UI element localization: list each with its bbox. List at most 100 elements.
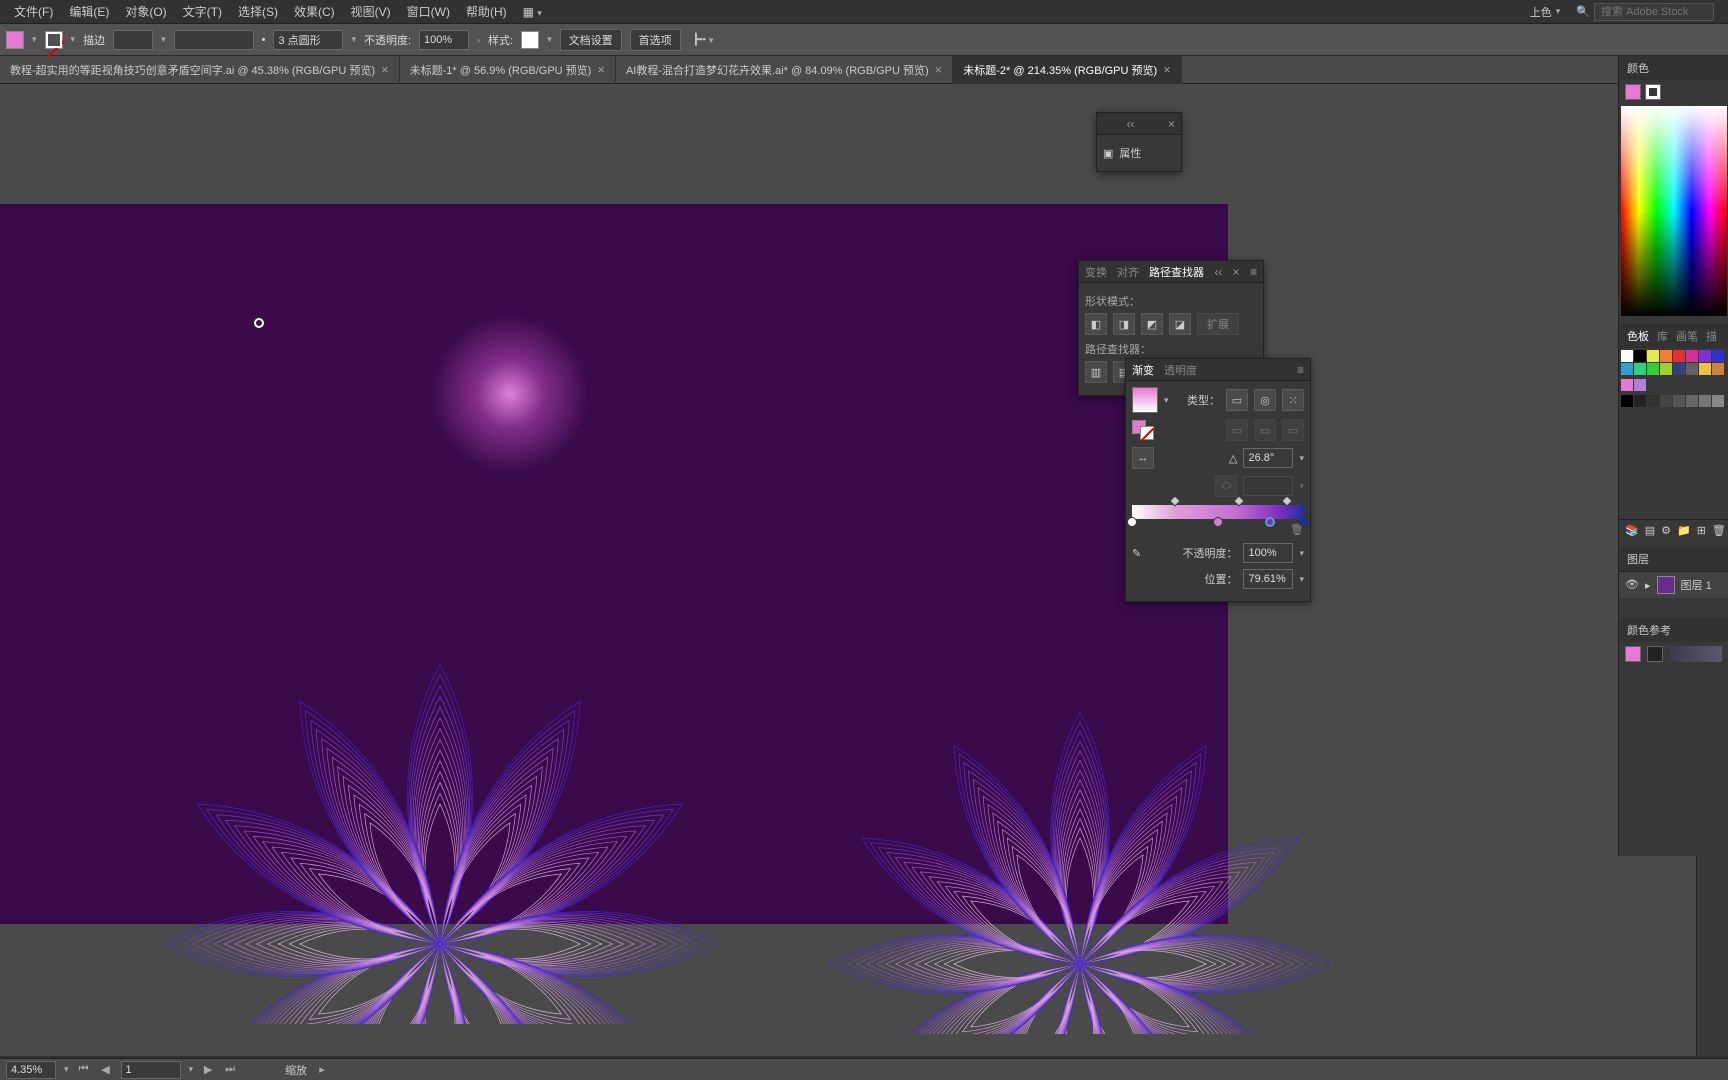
stroke-grad-2-icon[interactable]: ▭ xyxy=(1254,419,1276,441)
menu-effect[interactable]: 效果(C) xyxy=(286,3,343,20)
visibility-icon[interactable]: 👁 xyxy=(1625,578,1639,592)
gradient-preview[interactable] xyxy=(1132,387,1158,413)
gradient-panel[interactable]: 渐变 透明度 ≡ ▾ 类型： ▭ ◎ ⁙ ▭ ▭ ▭ ↔ △ ▾ xyxy=(1125,358,1311,602)
stroke-grad-1-icon[interactable]: ▭ xyxy=(1226,419,1248,441)
close-icon[interactable]: × xyxy=(597,62,605,77)
color-spectrum[interactable] xyxy=(1621,106,1727,316)
gray-cell[interactable] xyxy=(1647,395,1659,407)
gray-cell[interactable] xyxy=(1712,395,1724,407)
swatch-cell[interactable] xyxy=(1699,363,1711,375)
menu-icon[interactable]: ≡ xyxy=(1297,363,1304,377)
opacity-more-icon[interactable]: › xyxy=(477,35,480,45)
tab-swatches[interactable]: 色板 xyxy=(1627,328,1649,344)
new-swatch-icon[interactable]: ⊞ xyxy=(1697,524,1706,537)
aspect-icon[interactable]: ⬭ xyxy=(1215,475,1237,497)
angle-input[interactable] xyxy=(1243,448,1293,468)
base-color-swatch[interactable] xyxy=(1625,646,1641,662)
brush-profile[interactable] xyxy=(273,30,343,50)
gray-cell[interactable] xyxy=(1634,395,1646,407)
color-guide-title[interactable]: 颜色参考 xyxy=(1619,618,1728,642)
harmony-strip[interactable] xyxy=(1669,646,1722,662)
swatch-cell[interactable] xyxy=(1686,363,1698,375)
swatch-opts-icon[interactable]: ⚙ xyxy=(1661,524,1671,537)
menu-view[interactable]: 视图(V) xyxy=(343,3,399,20)
workspace-switcher[interactable]: 上色 ▾ xyxy=(1522,4,1569,20)
fill-mini-swatch[interactable] xyxy=(1625,84,1641,100)
layer-row[interactable]: 👁 ▸ 图层 1 xyxy=(1619,571,1728,598)
tab-transform[interactable]: 变换 xyxy=(1085,264,1107,280)
swatch-grid[interactable] xyxy=(1619,348,1727,377)
tab-brushes[interactable]: 画笔 xyxy=(1676,328,1698,344)
document-setup-button[interactable]: 文档设置 xyxy=(560,29,622,51)
close-icon[interactable]: × xyxy=(1163,62,1171,77)
grad-position-input[interactable] xyxy=(1243,569,1293,589)
gradient-stop[interactable] xyxy=(1127,517,1137,527)
swatch-cell[interactable] xyxy=(1673,363,1685,375)
radial-gradient-icon[interactable]: ◎ xyxy=(1254,389,1276,411)
canvas[interactable] xyxy=(0,84,1696,1056)
divide-icon[interactable]: ▥ xyxy=(1085,361,1107,383)
freeform-gradient-icon[interactable]: ⁙ xyxy=(1282,389,1304,411)
swatch-cell[interactable] xyxy=(1712,350,1724,362)
linear-gradient-icon[interactable]: ▭ xyxy=(1226,389,1248,411)
tab-transparency[interactable]: 透明度 xyxy=(1164,362,1197,378)
opacity-input[interactable] xyxy=(419,30,469,50)
gray-cell[interactable] xyxy=(1660,395,1672,407)
layer-name[interactable]: 图层 1 xyxy=(1681,577,1712,593)
gradient-stop[interactable] xyxy=(1299,517,1309,527)
style-swatch[interactable] xyxy=(521,31,539,49)
expand-layer-icon[interactable]: ▸ xyxy=(1645,579,1651,592)
menu-help[interactable]: 帮助(H) xyxy=(458,3,515,20)
zoom-input[interactable] xyxy=(6,1061,56,1079)
tab-gradient[interactable]: 渐变 xyxy=(1132,362,1154,378)
minus-front-icon[interactable]: ◨ xyxy=(1113,313,1135,335)
unite-icon[interactable]: ◧ xyxy=(1085,313,1107,335)
collapse-icon[interactable]: ‹‹ xyxy=(1214,265,1222,279)
menu-select[interactable]: 选择(S) xyxy=(230,3,286,20)
collapse-icon[interactable]: ‹‹ xyxy=(1126,117,1134,131)
swatch-cell[interactable] xyxy=(1647,363,1659,375)
gray-cell[interactable] xyxy=(1673,395,1685,407)
stroke-dash-input[interactable] xyxy=(174,30,254,50)
tab-pathfinder[interactable]: 路径查找器 xyxy=(1149,264,1204,280)
swatch-cell[interactable] xyxy=(1660,363,1672,375)
gray-cell[interactable] xyxy=(1621,395,1633,407)
gradient-slider[interactable] xyxy=(1132,505,1304,519)
gray-cell[interactable] xyxy=(1699,395,1711,407)
menu-file[interactable]: 文件(F) xyxy=(6,3,61,20)
close-icon[interactable]: × xyxy=(381,62,389,77)
arrange-docs-icon[interactable]: ▦ ▾ xyxy=(515,5,550,19)
gray-cell[interactable] xyxy=(1686,395,1698,407)
tab-doc-4[interactable]: 未标题-2* @ 214.35% (RGB/GPU 预览)× xyxy=(953,56,1182,84)
close-icon[interactable]: × xyxy=(935,62,943,77)
next-artboard-icon[interactable]: ▶ xyxy=(201,1063,215,1076)
swatch-cell[interactable] xyxy=(1621,363,1633,375)
swatch-lib-icon[interactable]: 📚 xyxy=(1625,524,1639,537)
fill-swatch[interactable] xyxy=(6,31,24,49)
first-artboard-icon[interactable]: ⏮ xyxy=(77,1063,91,1076)
swatch-cell[interactable] xyxy=(1660,350,1672,362)
stroke-swatch[interactable] xyxy=(45,31,63,49)
last-artboard-icon[interactable]: ⏭ xyxy=(223,1063,237,1076)
swatch-menu-icon[interactable]: ▤ xyxy=(1645,524,1655,537)
aspect-input[interactable] xyxy=(1243,476,1293,496)
menu-object[interactable]: 对象(O) xyxy=(117,3,174,20)
color-panel-title[interactable]: 颜色 xyxy=(1619,56,1728,80)
menu-window[interactable]: 窗口(W) xyxy=(399,3,458,20)
eyedropper-icon[interactable]: ✎ xyxy=(1132,547,1141,560)
guide-swatch[interactable] xyxy=(1647,646,1663,662)
stroke-mini-swatch[interactable] xyxy=(1645,84,1661,100)
prev-artboard-icon[interactable]: ◀ xyxy=(99,1063,113,1076)
gray-swatches[interactable] xyxy=(1619,393,1728,409)
menu-icon[interactable]: ≡ xyxy=(1250,265,1257,279)
search-input[interactable] xyxy=(1594,3,1714,21)
tab-stroke[interactable]: 描 xyxy=(1706,328,1717,344)
tab-doc-1[interactable]: 教程-超实用的等距视角技巧创意矛盾空间字.ai @ 45.38% (RGB/GP… xyxy=(0,56,400,84)
tab-align[interactable]: 对齐 xyxy=(1117,264,1139,280)
menu-type[interactable]: 文字(T) xyxy=(175,3,230,20)
menu-edit[interactable]: 编辑(E) xyxy=(61,3,117,20)
close-icon[interactable]: × xyxy=(1233,265,1240,279)
swatch-grid-2[interactable] xyxy=(1619,377,1727,393)
stroke-weight-input[interactable] xyxy=(113,30,153,50)
tab-libraries[interactable]: 库 xyxy=(1657,328,1668,344)
